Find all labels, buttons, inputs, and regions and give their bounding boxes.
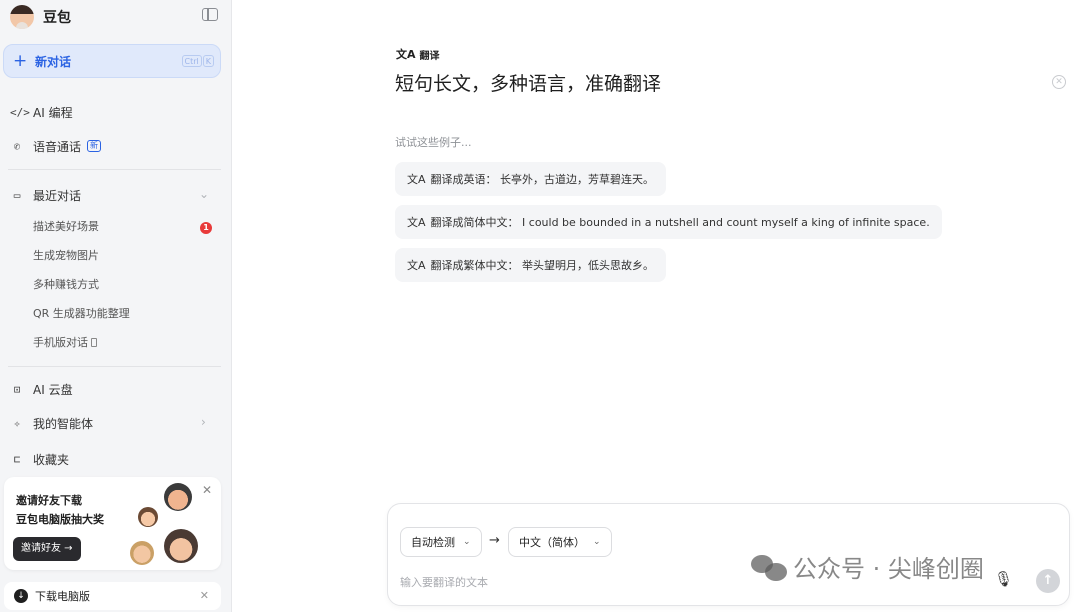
example-prompt-text: 翻译成英语： 长亭外，古道边，芳草碧连天。 (430, 173, 655, 186)
source-language-select[interactable]: 自动检测 ⌄ (400, 527, 482, 557)
microphone-icon[interactable]: 🎙 (994, 570, 1013, 590)
send-button[interactable]: ↑ (1036, 569, 1060, 593)
example-prompt-chip[interactable]: 文A 翻译成英语： 长亭外，古道边，芳草碧连天。 (395, 162, 667, 196)
brand-name: 豆包 (43, 10, 71, 26)
invite-promo-card: 邀请好友下载 豆包电脑版抽大奖 邀请好友 → ✕ (4, 477, 221, 570)
new-chat-button[interactable]: + 新对话 Ctrl K (3, 44, 221, 78)
memoji-avatar (130, 541, 154, 565)
arrow-right-icon: → (489, 533, 500, 548)
bookmark-icon: ⊏ (13, 452, 21, 466)
memoji-avatar (138, 507, 158, 527)
sidebar-item-my-agents[interactable]: ✧ 我的智能体 (10, 413, 93, 433)
sidebar-item-favorites[interactable]: ⊏ 收藏夹 (10, 449, 69, 469)
divider (8, 366, 221, 367)
page-title: 短句长文，多种语言，准确翻译 (395, 73, 662, 95)
phone-icon: ✆ (13, 139, 21, 153)
target-language-select[interactable]: 中文（简体） ⌄ (508, 527, 612, 557)
main-panel: 文A 翻译 短句长文，多种语言，准确翻译 ✕ 试试这些例子... 文A 翻译成英… (232, 0, 1080, 612)
wechat-logo-icon (751, 553, 787, 581)
shortcut-key-ctrl: Ctrl (181, 55, 202, 67)
sidebar-item-ai-cloud[interactable]: ⊡ AI 云盘 (10, 379, 73, 399)
download-icon: ↓ (14, 589, 28, 603)
tool-tag: 文A 翻译 (396, 46, 440, 62)
recent-chat-item[interactable]: 生成宠物图片 (33, 248, 99, 264)
translate-text-input[interactable]: 输入要翻译的文本 (400, 574, 488, 590)
memoji-avatar (164, 529, 198, 563)
source-language-value: 自动检测 (411, 536, 455, 549)
close-icon[interactable]: ✕ (200, 589, 209, 602)
memoji-avatar (164, 483, 192, 511)
recent-chat-item[interactable]: 多种赚钱方式 (33, 277, 99, 293)
code-icon: </> (10, 105, 30, 119)
example-prompt-text: 翻译成繁体中文： 举头望明月，低头思故乡。 (430, 259, 655, 272)
sparkle-icon: ✧ (13, 416, 21, 430)
brand[interactable]: 豆包 (10, 4, 71, 30)
translate-icon: 文A (407, 259, 426, 272)
recent-chat-label: 手机版对话 (33, 336, 88, 349)
translate-icon: 文A (396, 48, 416, 61)
app-window: 豆包 + 新对话 Ctrl K </> AI 编程 ✆ 语音通话 新 ▭ 最近对… (0, 0, 1080, 612)
invite-friends-button[interactable]: 邀请好友 → (13, 537, 81, 561)
invite-title: 邀请好友下载 豆包电脑版抽大奖 (16, 491, 104, 529)
recent-chat-item[interactable]: QR 生成器功能整理 (33, 306, 130, 322)
chevron-down-icon: ⌄ (463, 537, 471, 547)
watermark: 公众号 · 尖峰创圈 (751, 549, 984, 584)
sidebar-item-label: 收藏夹 (33, 452, 70, 467)
example-prompt-chip[interactable]: 文A 翻译成繁体中文： 举头望明月，低头思故乡。 (395, 248, 667, 282)
examples-hint: 试试这些例子... (395, 136, 472, 149)
plus-icon: + (13, 50, 28, 71)
recent-chat-item[interactable]: 描述美好场景 (33, 219, 99, 235)
chat-bubble-icon: ▭ (13, 188, 21, 202)
sidebar-item-label: 最近对话 (33, 188, 82, 203)
sidebar-toggle-icon[interactable] (202, 8, 218, 21)
unread-badge: 1 (200, 222, 212, 234)
sidebar: 豆包 + 新对话 Ctrl K </> AI 编程 ✆ 语音通话 新 ▭ 最近对… (0, 0, 232, 612)
translate-icon: 文A (407, 173, 426, 186)
sidebar-item-recent[interactable]: ▭ 最近对话 (10, 185, 81, 205)
example-prompt-chip[interactable]: 文A 翻译成简体中文： I could be bounded in a nuts… (395, 205, 942, 239)
divider (8, 169, 221, 170)
shortcut-key-k: K (202, 55, 214, 67)
sidebar-item-label: 语音通话 (33, 139, 82, 154)
chevron-down-icon[interactable]: ⌄ (199, 187, 209, 201)
cloud-drive-icon: ⊡ (13, 382, 21, 396)
chevron-down-icon: ⌄ (593, 537, 601, 547)
invite-line-1: 邀请好友下载 (16, 494, 82, 507)
recent-chat-item[interactable]: 手机版对话 (33, 335, 97, 351)
close-icon[interactable]: ✕ (1052, 75, 1066, 89)
sidebar-item-label: 我的智能体 (33, 416, 94, 431)
sidebar-item-label: AI 云盘 (33, 382, 73, 397)
close-icon[interactable]: ✕ (202, 483, 212, 497)
shortcut-hint: Ctrl K (181, 55, 214, 67)
mobile-icon (91, 338, 97, 347)
tool-tag-label: 翻译 (419, 50, 440, 62)
new-chat-label: 新对话 (35, 54, 72, 69)
sidebar-item-label: AI 编程 (33, 105, 73, 120)
new-badge: 新 (87, 140, 102, 152)
target-language-value: 中文（简体） (519, 536, 585, 549)
sidebar-item-voice-call[interactable]: ✆ 语音通话 新 (10, 136, 102, 156)
invite-line-2: 豆包电脑版抽大奖 (16, 513, 104, 526)
chevron-right-icon[interactable]: › (201, 415, 206, 429)
example-prompt-text: 翻译成简体中文： I could be bounded in a nutshel… (430, 216, 930, 229)
watermark-text: 公众号 · 尖峰创圈 (793, 555, 984, 583)
sidebar-item-ai-coding[interactable]: </> AI 编程 (10, 102, 73, 122)
download-label: 下载电脑版 (35, 590, 90, 603)
avatar (10, 5, 34, 29)
translate-icon: 文A (407, 216, 426, 229)
download-desktop-button[interactable]: ↓ 下载电脑版 ✕ (4, 582, 221, 610)
